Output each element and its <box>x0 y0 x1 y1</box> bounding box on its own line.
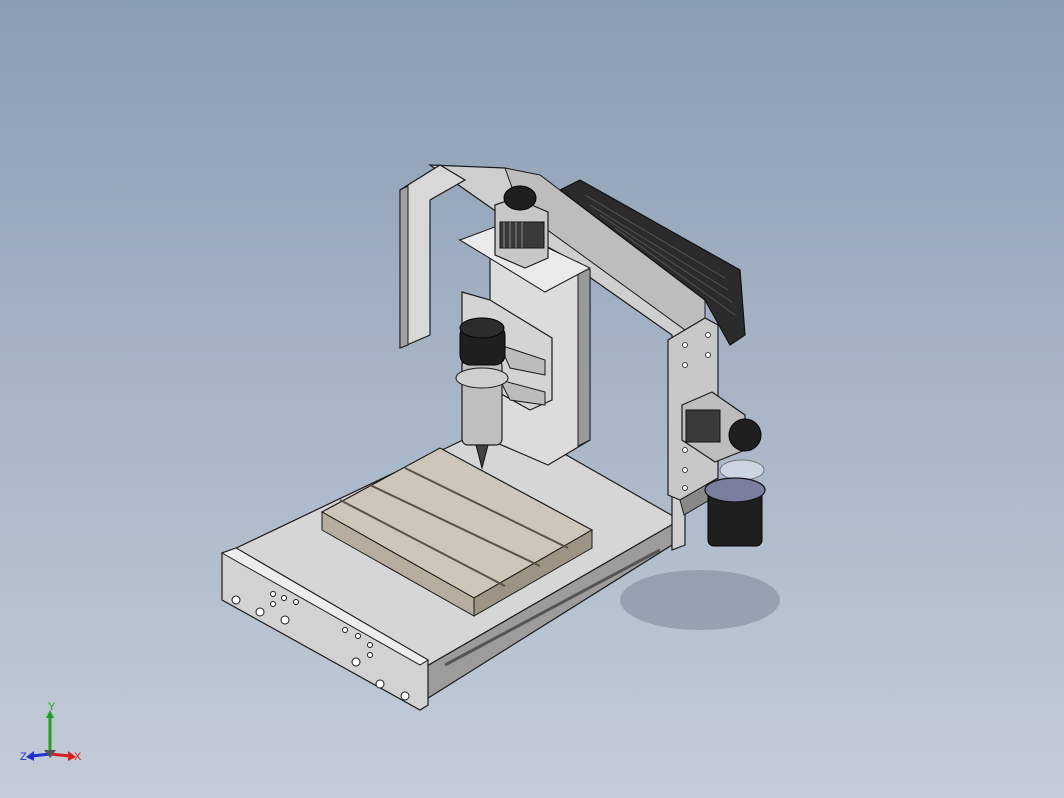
x-motor-knob[interactable] <box>728 418 762 452</box>
ground-shadow <box>620 570 780 630</box>
x-axis-label: X <box>74 751 82 763</box>
cnc-machine-model[interactable] <box>0 0 1064 798</box>
spindle-cap-top <box>459 317 505 339</box>
3d-viewport[interactable]: Y X Z <box>0 0 1064 798</box>
left-side-panel-edge <box>399 185 409 349</box>
axis-triad: Y X Z <box>20 701 82 763</box>
z-axis-label: Z <box>20 751 27 763</box>
x-axis-line <box>49 752 71 758</box>
left-side-panel[interactable] <box>399 164 467 349</box>
y-axis-label: Y <box>48 701 56 713</box>
z-axis-arrow <box>26 751 34 761</box>
dust-cup-rim <box>704 477 766 503</box>
gantry-carriage-side <box>577 261 591 447</box>
dust-cup-glass <box>719 459 765 481</box>
z-motor-knob[interactable] <box>503 185 537 211</box>
spindle-collar <box>455 367 509 389</box>
x-motor-body <box>685 409 721 443</box>
